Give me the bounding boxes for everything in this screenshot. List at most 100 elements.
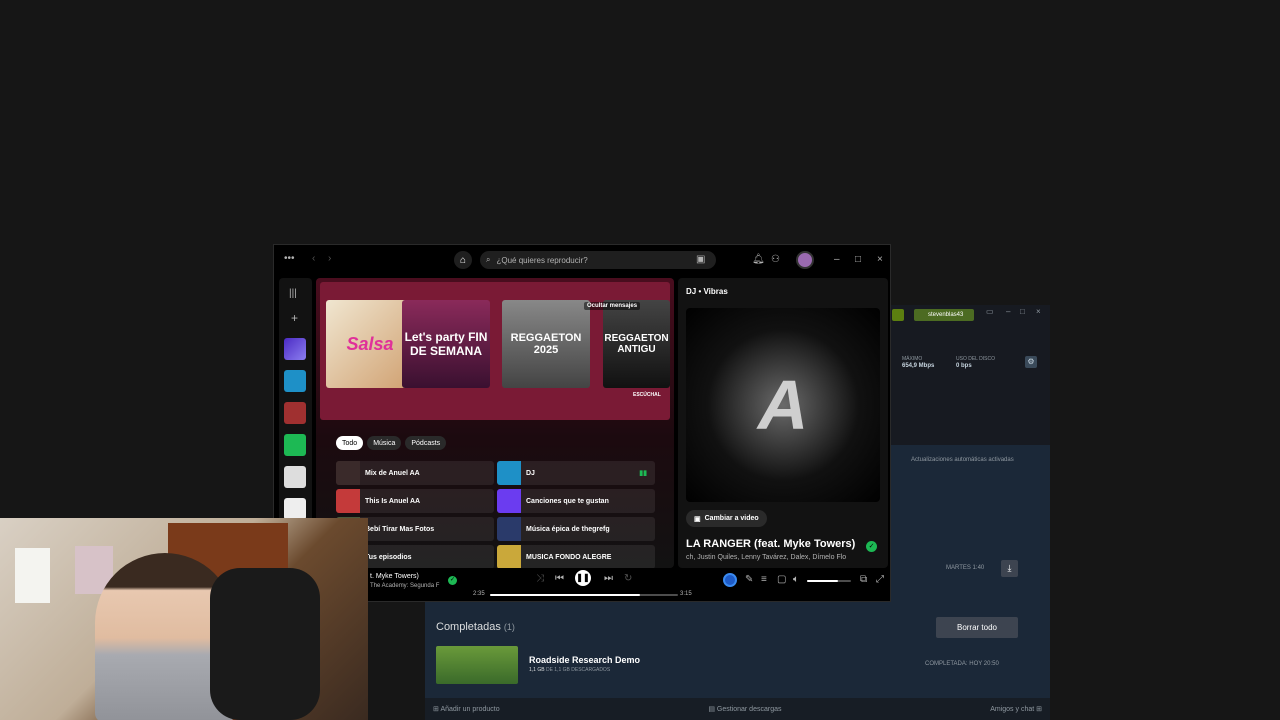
game-thumbnail[interactable] — [436, 646, 518, 684]
completed-time: COMPLETADA: HOY 20:50 — [925, 661, 999, 667]
add-icon[interactable]: + — [291, 311, 298, 325]
liked-check-icon[interactable]: ✓ — [448, 576, 457, 585]
library-icon[interactable]: ||| — [289, 288, 297, 299]
progress-bar[interactable] — [490, 594, 678, 596]
grid-item[interactable]: MUSICA FONDO ALEGRE — [497, 545, 655, 568]
banner-card-reggaeton-antiguo[interactable]: REGGAETON ANTIGU — [603, 300, 670, 388]
playlist-tile-2[interactable] — [284, 498, 306, 520]
max-label: MÁXIMO — [902, 356, 923, 362]
avatar[interactable] — [796, 251, 814, 269]
queue-icon[interactable]: ≡ — [761, 574, 767, 585]
grid-label: Mix de Anuel AA — [365, 469, 420, 477]
banner-card-salsa[interactable]: Salsa — [326, 300, 414, 388]
maximize-icon[interactable]: □ — [855, 254, 861, 265]
grid-thumb — [497, 461, 521, 485]
steam-queue-area — [890, 445, 1050, 605]
filter-chip-podcasts[interactable]: Pódcasts — [405, 436, 447, 450]
add-product-link[interactable]: ⊞ Añadir un producto — [433, 705, 500, 713]
volume-slider[interactable] — [807, 580, 851, 582]
grid-label: Bebí Tirar Mas Fotos — [365, 525, 435, 533]
browse-icon[interactable]: ▣ — [696, 254, 705, 265]
auto-updates-text: Actualizaciones automáticas activadas — [911, 457, 1014, 463]
grid-label: DJ — [526, 469, 535, 477]
grid-label: Tus episodios — [365, 553, 412, 561]
grid-label: This Is Anuel AA — [365, 497, 421, 505]
filter-chip-todo[interactable]: Todo — [336, 436, 364, 450]
dj-tile[interactable] — [284, 370, 306, 392]
bell-icon[interactable]: 🔔︎ — [752, 254, 765, 265]
search-input[interactable]: ⌕ ¿Qué quieres reproducir? — [480, 251, 716, 269]
search-placeholder: ¿Qué quieres reproducir? — [496, 255, 588, 265]
track-artists[interactable]: ch, Justin Quiles, Lenny Tavárez, Dalex,… — [686, 554, 846, 561]
shuffle-icon[interactable]: ⤨ — [536, 573, 544, 584]
friends-chat-link[interactable]: Amigos y chat ⊞ — [990, 705, 1042, 713]
grid-item[interactable]: Canciones que te gustan — [497, 489, 655, 513]
miniplayer-icon[interactable]: ⧉ — [860, 574, 867, 585]
manage-downloads-link[interactable]: ▤ Gestionar descargas — [708, 705, 781, 713]
dj-icon[interactable] — [723, 573, 737, 587]
now-playing-subtitle[interactable]: The Academy: Segunda F — [370, 583, 439, 589]
pencil-icon[interactable]: ✎ — [745, 574, 753, 585]
fullscreen-icon[interactable]: ⤢ — [876, 574, 884, 585]
panel-header: DJ • Vibras — [686, 287, 728, 296]
next-icon[interactable]: ⏭︎ — [604, 573, 613, 584]
track-title[interactable]: LA RANGER (feat. Myke Towers) — [686, 538, 855, 550]
grid-item[interactable]: Mix de Anuel AA — [336, 461, 494, 485]
minimize-icon[interactable]: – — [1006, 307, 1010, 316]
playlist-tile[interactable] — [284, 402, 306, 424]
exitos-tile[interactable] — [284, 466, 306, 488]
banner-card-reggaeton-2025[interactable]: REGGAETON 2025 — [502, 300, 590, 388]
scheduled-time: MARTES 1:40 — [946, 565, 985, 571]
grid-item[interactable]: Música épica de thegrefg — [497, 517, 655, 541]
friends-chat-label: Amigos y chat — [990, 706, 1035, 713]
home-icon[interactable]: ⌂ — [454, 251, 472, 269]
filter-chip-musica[interactable]: Música — [367, 436, 402, 450]
game-title[interactable]: Roadside Research Demo — [529, 655, 640, 665]
grid-item[interactable]: DJ ▮▮ — [497, 461, 655, 485]
elapsed-time: 2:35 — [473, 591, 485, 597]
switch-to-video-button[interactable]: ▣ Cambiar a video — [686, 510, 767, 527]
volume-icon[interactable]: 🔈︎ — [793, 574, 799, 585]
disk-label: USO DEL DISCO — [956, 356, 995, 362]
hide-messages-button[interactable]: Ocultar mensajes — [584, 302, 641, 310]
monitor-icon[interactable]: ▭ — [986, 307, 994, 316]
close-icon[interactable]: × — [1036, 307, 1041, 316]
promo-banner[interactable]: Salsa Let's party FIN DE SEMANA REGGAETO… — [320, 282, 670, 420]
close-icon[interactable]: × — [877, 254, 883, 265]
grid-thumb — [336, 461, 360, 485]
duration-time: 3:15 — [680, 591, 692, 597]
max-value: 654,9 Mbps — [902, 363, 935, 369]
back-arrow-icon[interactable]: ‹ — [312, 253, 315, 264]
now-playing-title[interactable]: t. Myke Towers) — [370, 573, 419, 580]
grid-thumb — [497, 489, 521, 513]
steam-user-menu[interactable]: stevenblas43 — [914, 309, 974, 321]
connect-device-icon[interactable]: ▢ — [777, 574, 786, 585]
disk-value: 0 bps — [956, 363, 972, 369]
now-playing-panel: DJ • Vibras A ▣ Cambiar a video LA RANGER… — [678, 278, 888, 568]
liked-songs-tile[interactable] — [284, 338, 306, 360]
grid-label: Música épica de thegrefg — [526, 525, 610, 533]
playing-bars-icon: ▮▮ — [639, 470, 647, 477]
steam-completed-section: Completadas (1) Borrar todo Roadside Res… — [425, 600, 1050, 700]
download-icon[interactable]: ⤓ — [1001, 560, 1018, 577]
minimize-icon[interactable]: – — [834, 254, 840, 265]
settings-gear-icon[interactable]: ⚙ — [1025, 356, 1037, 368]
maximize-icon[interactable]: □ — [1020, 307, 1025, 316]
saved-check-icon[interactable]: ✓ — [866, 541, 877, 552]
pause-button[interactable]: ❚❚ — [575, 570, 591, 586]
banner-card-fin-de-semana[interactable]: Let's party FIN DE SEMANA — [402, 300, 490, 388]
grid-label: Canciones que te gustan — [526, 497, 609, 505]
grid-item[interactable]: This Is Anuel AA — [336, 489, 494, 513]
menu-dots-icon[interactable]: ••• — [284, 253, 295, 264]
album-art-glyph: A — [757, 366, 809, 444]
previous-icon[interactable]: ⏮︎ — [555, 573, 564, 584]
forward-arrow-icon[interactable]: › — [328, 253, 331, 264]
episodes-tile[interactable] — [284, 434, 306, 456]
album-art: A — [686, 308, 880, 502]
steam-notify-icon[interactable] — [892, 309, 904, 321]
spotify-topbar: ••• ‹ › ⌂ ⌕ ¿Qué quieres reproducir? ▣ 🔔… — [274, 245, 892, 275]
friends-icon[interactable]: ⚇ — [771, 254, 780, 265]
clear-all-button[interactable]: Borrar todo — [936, 617, 1018, 638]
repeat-icon[interactable]: ↻ — [624, 573, 632, 584]
video-icon: ▣ — [694, 515, 701, 523]
